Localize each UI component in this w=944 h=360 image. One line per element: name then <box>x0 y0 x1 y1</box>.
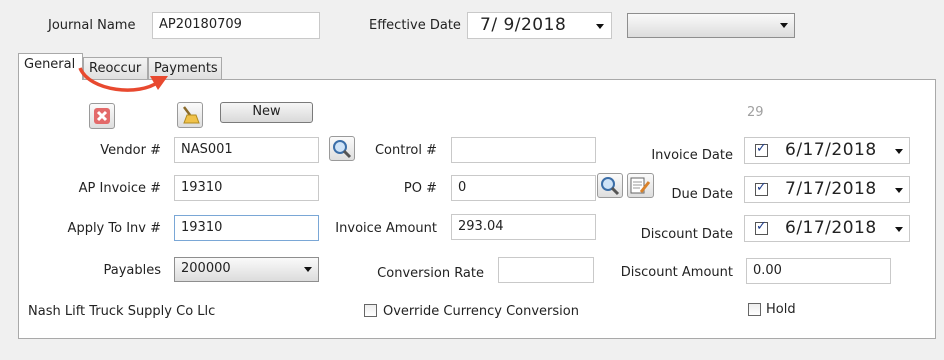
general-panel <box>18 79 936 339</box>
extra-combo[interactable] <box>627 13 795 38</box>
po-input[interactable]: 0 <box>451 175 596 201</box>
effective-date-label: Effective Date <box>369 18 461 33</box>
effective-date-picker[interactable]: 7/ 9/2018 <box>467 12 612 39</box>
apply-to-inv-input[interactable]: 19310 <box>174 215 319 241</box>
chevron-down-icon[interactable] <box>895 149 903 154</box>
apply-to-inv-label: Apply To Inv # <box>67 221 161 236</box>
chevron-down-icon[interactable] <box>895 188 903 193</box>
control-label: Control # <box>374 143 437 158</box>
discount-date-label: Discount Date <box>640 227 733 242</box>
journal-name-label: Journal Name <box>48 18 136 33</box>
chevron-down-icon[interactable] <box>895 227 903 232</box>
hold-label: Hold <box>766 302 796 317</box>
due-date-checkbox[interactable] <box>755 180 768 196</box>
invoice-amount-label: Invoice Amount <box>335 221 437 236</box>
discount-date-picker[interactable]: 6/17/2018 <box>744 215 910 242</box>
ap-invoice-label: AP Invoice # <box>78 181 161 196</box>
new-button[interactable]: New <box>220 102 313 123</box>
discount-amount-input[interactable]: 0.00 <box>746 258 891 284</box>
payables-label: Payables <box>103 263 161 278</box>
vendor-name: Nash Lift Truck Supply Co Llc <box>28 304 216 319</box>
chevron-down-icon[interactable] <box>780 23 788 28</box>
invoice-date-label: Invoice Date <box>651 148 733 163</box>
ap-invoice-input[interactable]: 19310 <box>174 175 319 201</box>
due-date-picker[interactable]: 7/17/2018 <box>744 176 910 203</box>
vendor-input[interactable]: NAS001 <box>174 137 319 163</box>
invoice-date-checkbox[interactable] <box>755 141 768 157</box>
invoice-date-picker[interactable]: 6/17/2018 <box>744 137 910 164</box>
payables-select[interactable]: 200000 <box>174 257 319 282</box>
hold-checkbox[interactable] <box>748 303 761 316</box>
record-count: 29 <box>747 105 764 120</box>
delete-x-icon <box>94 108 110 124</box>
chevron-down-icon[interactable] <box>304 267 312 272</box>
effective-date-value: 7/ 9/2018 <box>480 15 567 35</box>
discount-date-checkbox[interactable] <box>755 219 768 235</box>
invoice-date-value: 6/17/2018 <box>785 140 877 160</box>
due-date-label: Due Date <box>671 187 733 202</box>
delete-button[interactable] <box>89 103 115 129</box>
broom-icon <box>183 106 200 124</box>
po-label: PO # <box>403 181 437 196</box>
invoice-amount-input[interactable]: 293.04 <box>451 214 596 240</box>
annotation-arrow-icon <box>78 67 168 92</box>
discount-date-value: 6/17/2018 <box>785 218 877 238</box>
control-input[interactable] <box>451 137 596 163</box>
clear-button[interactable] <box>177 102 203 128</box>
override-currency-label: Override Currency Conversion <box>383 304 579 319</box>
payables-value: 200000 <box>181 261 231 276</box>
journal-name-input[interactable]: AP20180709 <box>152 12 320 39</box>
magnifier-icon <box>601 177 620 196</box>
chevron-down-icon[interactable] <box>596 24 604 29</box>
conversion-rate-label: Conversion Rate <box>377 266 484 281</box>
vendor-label: Vendor # <box>100 143 161 158</box>
override-currency-checkbox[interactable] <box>364 304 377 317</box>
due-date-value: 7/17/2018 <box>785 179 877 199</box>
discount-amount-label: Discount Amount <box>620 265 733 280</box>
conversion-rate-input[interactable] <box>498 257 594 283</box>
